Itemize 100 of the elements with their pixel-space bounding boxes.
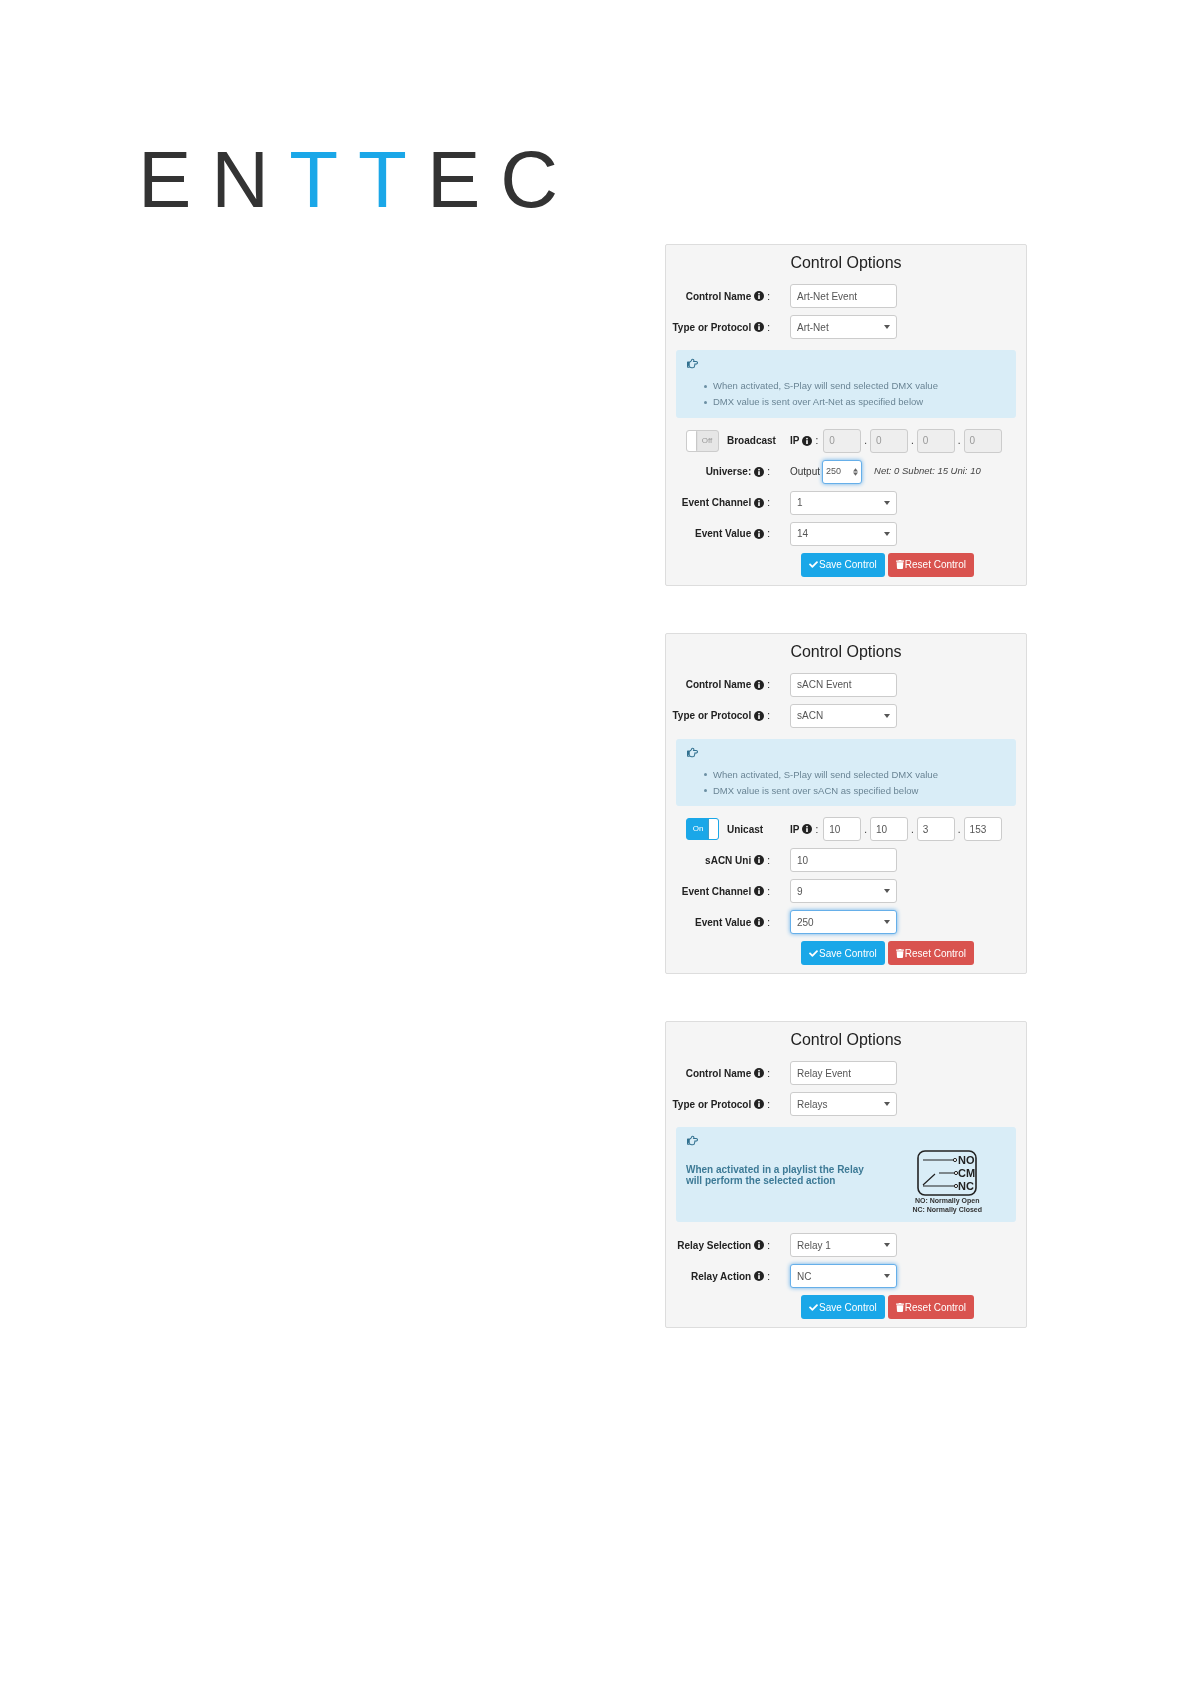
- note-text: DMX value is sent over Art-Net as specified below: [713, 395, 924, 410]
- select-dropdown[interactable]: Relay 1: [790, 1233, 897, 1257]
- reset-button[interactable]: Reset Control: [887, 1295, 974, 1319]
- label-colon: :: [767, 915, 770, 930]
- info-icon: [754, 679, 765, 690]
- ip-octet-field[interactable]: 10: [870, 817, 908, 841]
- info-icon: [802, 435, 813, 446]
- caret-icon: [884, 889, 890, 893]
- select-dropdown[interactable]: 1: [790, 490, 897, 515]
- panel-title: Control Options: [789, 253, 903, 273]
- info-icon: [754, 322, 765, 332]
- ip-dot: .: [864, 434, 867, 448]
- select-dropdown[interactable]: Relays: [790, 1092, 897, 1116]
- ip-dot: .: [864, 822, 867, 837]
- field-label: Event Channel: [681, 884, 752, 899]
- label-colon: :: [767, 496, 770, 510]
- info-icon: [754, 710, 765, 721]
- label-colon: :: [767, 1066, 770, 1081]
- check-icon: [809, 1302, 818, 1312]
- label-colon: :: [815, 434, 819, 448]
- caret-icon: [884, 713, 890, 718]
- field-label: Control Name: [685, 1066, 752, 1081]
- note-text: DMX value is sent over sACN as specified below: [713, 783, 919, 798]
- label-colon: :: [767, 678, 770, 692]
- info-icon: [754, 1068, 765, 1078]
- text-field[interactable]: Art-Net Event: [790, 284, 897, 308]
- field-label: Control Name: [685, 289, 752, 304]
- hand-pointer-icon: [686, 358, 699, 369]
- field-label: Type or Protocol: [672, 709, 752, 723]
- ip-octet-field[interactable]: 3: [916, 817, 955, 841]
- field-label: Event Value: [695, 527, 752, 541]
- select-dropdown[interactable]: 9: [790, 879, 897, 903]
- text-field[interactable]: 10: [790, 848, 897, 872]
- select-dropdown[interactable]: NC: [790, 1264, 897, 1288]
- check-icon: [809, 948, 818, 958]
- caret-icon: [884, 1102, 890, 1106]
- terminal-label: NO: [958, 1154, 975, 1166]
- ip-octet-field[interactable]: 153: [963, 817, 1002, 841]
- select-dropdown[interactable]: 14: [790, 521, 897, 546]
- field-label: Type or Protocol: [672, 1097, 752, 1112]
- info-icon: [754, 497, 765, 508]
- label-colon: :: [767, 527, 770, 541]
- caret-icon: [884, 1274, 890, 1278]
- select-dropdown[interactable]: 250: [790, 910, 897, 934]
- spinner-arrows-icon: [853, 467, 859, 476]
- info-icon: [754, 1271, 765, 1281]
- text-field[interactable]: sACN Event: [790, 672, 897, 697]
- reset-button[interactable]: Reset Control: [887, 941, 974, 965]
- select-dropdown[interactable]: Art-Net: [790, 315, 897, 339]
- number-spinner[interactable]: 250: [822, 459, 863, 484]
- label-colon: :: [767, 853, 770, 868]
- info-icon: [754, 291, 765, 301]
- info-icon: [802, 824, 813, 834]
- hand-pointer-icon: [686, 746, 699, 758]
- field-label: Event Channel: [681, 496, 752, 510]
- info-icon: [754, 855, 765, 865]
- ip-octet-field[interactable]: 10: [823, 817, 862, 841]
- ip-dot: .: [957, 822, 961, 837]
- terminal-label: NC: [958, 1180, 975, 1192]
- info-icon: [754, 466, 765, 477]
- caret-icon: [884, 500, 890, 505]
- note-text: When activated in a playlist the Relay will perform the selected action: [686, 1163, 865, 1186]
- field-label: Relay Action: [691, 1269, 752, 1284]
- label-colon: :: [767, 884, 770, 899]
- label-colon: :: [767, 320, 770, 335]
- field-label: Control Name: [685, 678, 752, 692]
- universe-info: Net: 0 Subnet: 15 Uni: 10: [874, 464, 981, 479]
- mode-label: Unicast: [727, 822, 764, 837]
- info-icon: [754, 886, 765, 896]
- text-field[interactable]: Relay Event: [790, 1061, 897, 1085]
- field-label: Event Value: [695, 915, 752, 930]
- info-icon: [754, 917, 765, 927]
- output-label: Output: [790, 465, 821, 479]
- terminal-label: CM: [958, 1167, 976, 1179]
- label-colon: :: [767, 1097, 770, 1112]
- trash-icon: [895, 560, 904, 569]
- reset-button[interactable]: Reset Control: [887, 552, 974, 577]
- trash-icon: [895, 948, 904, 958]
- trash-icon: [895, 1302, 904, 1312]
- caret-icon: [884, 920, 890, 924]
- logo: E N T T E C: [138, 140, 559, 220]
- ip-dot: .: [957, 434, 961, 448]
- panel-title: Control Options: [789, 1030, 903, 1050]
- label-colon: :: [767, 289, 770, 304]
- field-label: Type or Protocol: [672, 320, 752, 335]
- mode-label: Broadcast: [727, 434, 776, 448]
- field-label: IP: [790, 434, 800, 448]
- hand-pointer-icon: [686, 1135, 699, 1146]
- select-dropdown[interactable]: sACN: [790, 703, 897, 728]
- note-text: When activated, S-Play will send selected DMX value: [713, 379, 938, 393]
- ip-dot: .: [911, 434, 914, 448]
- field-label: IP: [790, 822, 800, 837]
- label-colon: :: [815, 822, 819, 837]
- label-colon: :: [767, 1238, 770, 1253]
- field-label: Universe:: [705, 465, 752, 479]
- info-icon: [754, 1240, 765, 1250]
- caret-icon: [884, 325, 890, 329]
- info-icon: [754, 1099, 765, 1109]
- caret-icon: [884, 1243, 890, 1247]
- note-text: When activated, S-Play will send selected DMX value: [713, 767, 938, 782]
